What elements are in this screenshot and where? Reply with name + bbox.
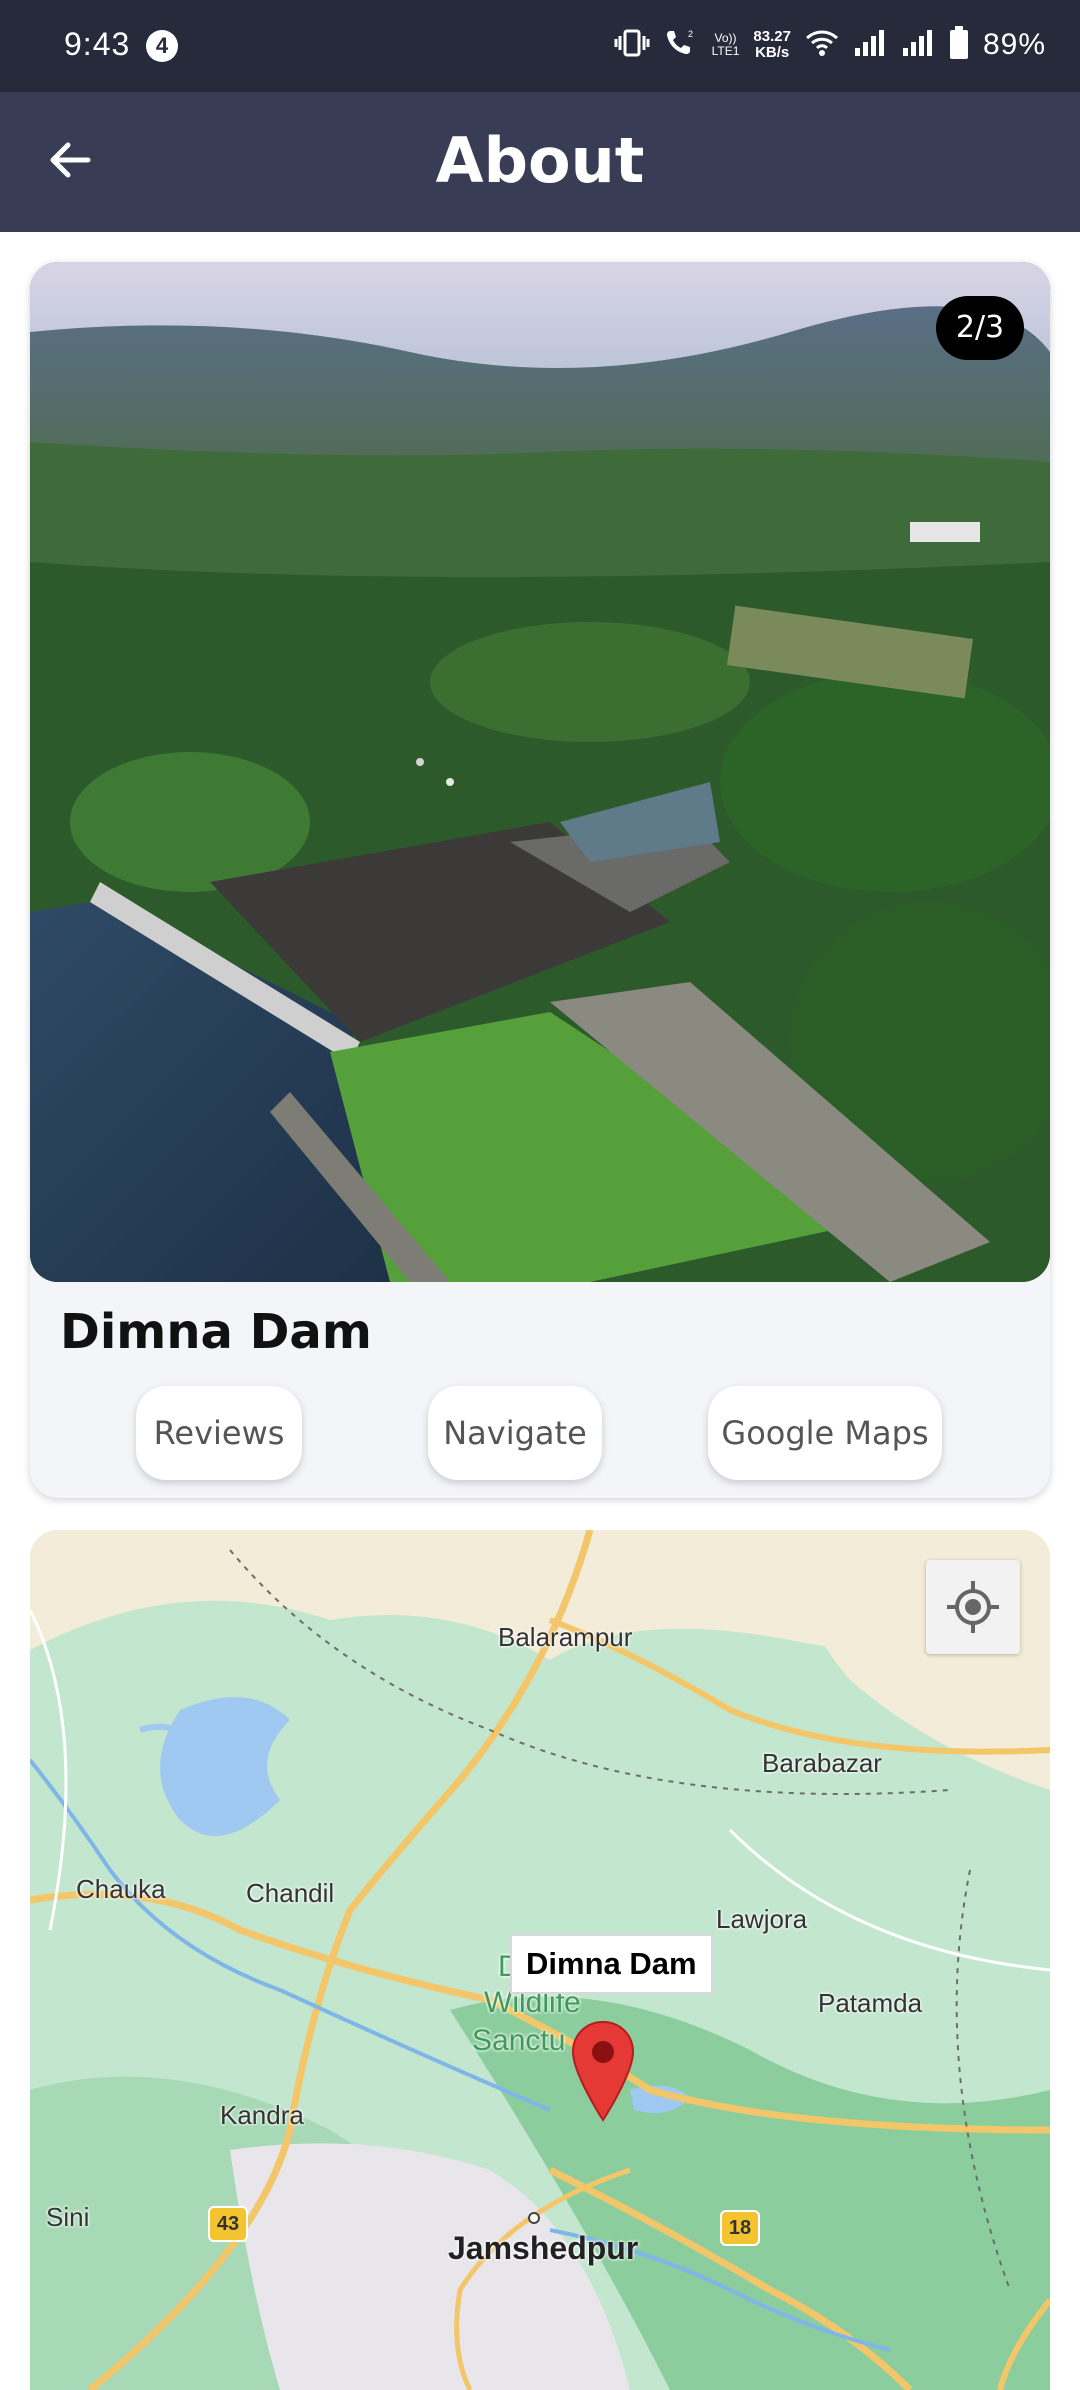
signal-icon-sim1 xyxy=(853,28,887,62)
highway-shield-18: 18 xyxy=(720,2210,760,2246)
map-pin-icon[interactable] xyxy=(570,2020,636,2124)
network-speed: 83.27 KB/s xyxy=(753,29,791,61)
map-label-jamshedpur: Jamshedpur xyxy=(448,2230,639,2266)
battery-icon xyxy=(949,26,969,64)
volte-indicator: Vo)) LTE1 xyxy=(712,32,740,58)
map-label-barabazar: Barabazar xyxy=(762,1748,882,1778)
city-dot-icon xyxy=(528,2212,540,2224)
page-title: About xyxy=(435,124,645,197)
place-card: 2/3 Dimna Dam Reviews Navigate Google Ma… xyxy=(30,262,1050,1498)
google-maps-button[interactable]: Google Maps xyxy=(708,1386,942,1480)
map-label-patamda: Patamda xyxy=(818,1988,923,2018)
battery-percentage: 89% xyxy=(982,28,1046,61)
network-speed-unit: KB/s xyxy=(755,44,790,61)
notification-count-badge: 4 xyxy=(146,30,178,62)
wifi-icon xyxy=(805,29,839,61)
map-marker-label: Dimna Dam xyxy=(510,1934,713,1994)
navigate-button[interactable]: Navigate xyxy=(428,1386,602,1480)
place-name: Dimna Dam xyxy=(60,1304,372,1360)
app-bar: About xyxy=(0,92,1080,232)
map-label-sini: Sini xyxy=(46,2202,90,2232)
map-label-lawjora: Lawjora xyxy=(716,1904,808,1934)
status-icons: 2 Vo)) LTE1 83.27 KB/s 89% xyxy=(614,22,1046,68)
map-label-chandil: Chandil xyxy=(246,1878,335,1908)
map-label-sanctuary: Sanctu xyxy=(472,2024,566,2057)
map-label-balarampur: Balarampur xyxy=(498,1622,633,1652)
signal-icon-sim2 xyxy=(901,28,935,62)
status-time: 9:43 xyxy=(64,26,131,62)
highway-shield-43: 43 xyxy=(208,2206,248,2242)
reviews-button[interactable]: Reviews xyxy=(136,1386,302,1480)
network-speed-value: 83.27 xyxy=(753,28,791,45)
wifi-calling-icon: 2 xyxy=(664,27,698,63)
svg-text:2: 2 xyxy=(688,29,693,39)
map-label-chauka: Chauka xyxy=(76,1874,166,1904)
my-location-button[interactable] xyxy=(926,1560,1020,1654)
lte-text: LTE1 xyxy=(711,44,740,58)
map-view[interactable]: Balarampur Barabazar Chauka Chandil Lawj… xyxy=(30,1530,1050,2390)
place-photo[interactable]: 2/3 xyxy=(30,262,1050,1282)
dam-aerial-image xyxy=(30,262,1050,1282)
my-location-icon xyxy=(947,1581,999,1633)
image-counter-badge: 2/3 xyxy=(936,296,1024,360)
status-bar: 9:43 4 2 Vo)) LTE1 83.27 KB/s 89% xyxy=(0,0,1080,92)
vibrate-icon xyxy=(614,28,650,62)
map-label-kandra: Kandra xyxy=(220,2100,304,2130)
place-actions: Reviews Navigate Google Maps xyxy=(30,1386,1050,1482)
